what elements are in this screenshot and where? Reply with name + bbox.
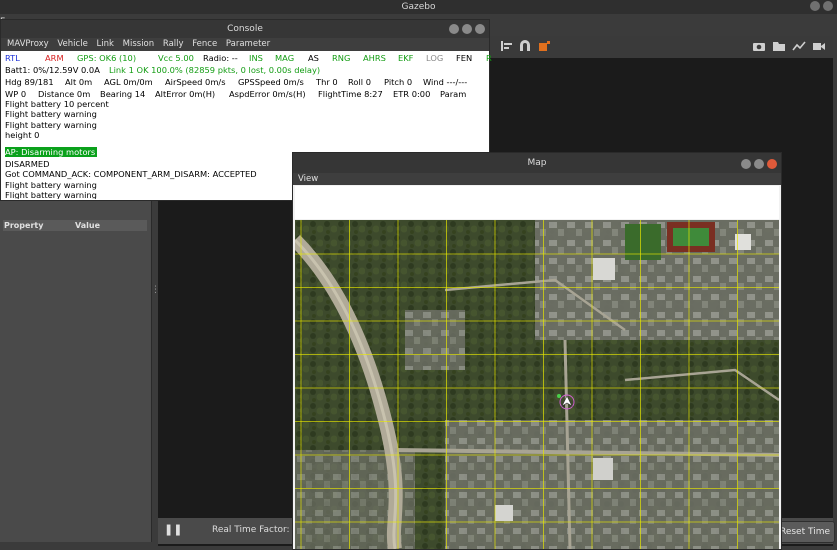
menu-parameter[interactable]: Parameter bbox=[226, 39, 270, 49]
map-info-strip bbox=[295, 186, 779, 219]
radio-status: Radio: -- bbox=[203, 53, 238, 63]
gazebo-left-panel bbox=[0, 200, 152, 542]
wind-value: Wind ---/--- bbox=[423, 77, 468, 87]
gazebo-titlebar: Gazebo bbox=[0, 0, 837, 14]
ahrs-status: AHRS bbox=[363, 53, 386, 63]
close-icon[interactable] bbox=[767, 159, 777, 169]
ekf-status: EKF bbox=[398, 53, 414, 63]
maximize-icon[interactable] bbox=[754, 159, 764, 169]
panel-splitter-handle[interactable]: ⋮ bbox=[151, 285, 160, 299]
minimize-icon[interactable] bbox=[810, 1, 820, 11]
altitude-value: Alt 0m bbox=[65, 77, 93, 87]
r-status: R bbox=[486, 53, 492, 63]
fence-status: FEN bbox=[456, 53, 473, 63]
console-titlebar[interactable]: Console bbox=[1, 20, 489, 38]
status-row-2: Batt1: 0%/12.59V 0.0A Link 1 OK 100.0% (… bbox=[5, 64, 489, 76]
map-titlebar[interactable]: Map bbox=[293, 153, 781, 173]
satellite-map-imagery bbox=[295, 220, 779, 549]
vcc-status: Vcc 5.00 bbox=[158, 53, 194, 63]
throttle-value: Thr 0 bbox=[316, 77, 338, 87]
menu-view[interactable]: View bbox=[298, 174, 318, 184]
map-menubar: View bbox=[293, 173, 781, 185]
map-window: Map View bbox=[292, 152, 782, 550]
pitch-value: Pitch 0 bbox=[384, 77, 413, 87]
menu-mavproxy[interactable]: MAVProxy bbox=[7, 39, 49, 49]
log-line: Flight battery warning bbox=[5, 119, 97, 130]
magnet-snap-icon[interactable] bbox=[518, 40, 532, 52]
pause-button[interactable]: ❚❚ bbox=[164, 524, 182, 536]
menu-rally[interactable]: Rally bbox=[163, 39, 184, 49]
screenshot-camera-icon[interactable] bbox=[752, 40, 766, 52]
menu-mission[interactable]: Mission bbox=[123, 39, 155, 49]
as-status: AS bbox=[308, 53, 319, 63]
airspeed-value: AirSpeed 0m/s bbox=[165, 77, 226, 87]
status-row-3: Hdg 89/181 Alt 0m AGL 0m/0m AirSpeed 0m/… bbox=[5, 76, 489, 88]
console-title: Console bbox=[227, 24, 263, 34]
map-title: Map bbox=[527, 158, 547, 168]
log-folder-icon[interactable] bbox=[772, 40, 786, 52]
log-status: LOG bbox=[426, 53, 444, 63]
log-line: Flight battery warning bbox=[5, 109, 97, 120]
menu-link[interactable]: Link bbox=[97, 39, 114, 49]
close-icon[interactable] bbox=[823, 1, 833, 11]
log-line: height 0 bbox=[5, 129, 40, 140]
battery-status: Batt1: 0%/12.59V 0.0A bbox=[5, 65, 100, 75]
mode-status: RTL bbox=[5, 53, 20, 63]
align-icon[interactable] bbox=[500, 40, 514, 52]
value-column-header: Value bbox=[75, 221, 101, 230]
property-header: Property Value bbox=[3, 220, 147, 231]
maximize-icon[interactable] bbox=[462, 24, 472, 34]
menu-fence[interactable]: Fence bbox=[192, 39, 217, 49]
gps-status: GPS: OK6 (10) bbox=[77, 53, 137, 63]
satellite-map[interactable] bbox=[295, 220, 779, 549]
close-icon[interactable] bbox=[475, 24, 485, 34]
agl-value: AGL 0m/0m bbox=[104, 77, 153, 87]
ins-status: INS bbox=[249, 53, 263, 63]
menu-vehicle[interactable]: Vehicle bbox=[57, 39, 87, 49]
mag-status: MAG bbox=[275, 53, 295, 63]
heading-value: Hdg 89/181 bbox=[5, 77, 54, 87]
rng-status: RNG bbox=[332, 53, 351, 63]
gpsspeed-value: GPSSpeed 0m/s bbox=[238, 77, 304, 87]
plot-icon[interactable] bbox=[792, 40, 806, 52]
property-column-header: Property bbox=[4, 221, 44, 230]
log-line-highlighted: AP: Disarming motors bbox=[5, 147, 98, 158]
gazebo-window-title: Gazebo bbox=[401, 2, 436, 12]
roll-value: Roll 0 bbox=[348, 77, 371, 87]
link-status: Link 1 OK 100.0% (82859 pkts, 0 lost, 0.… bbox=[109, 65, 321, 75]
video-record-icon[interactable] bbox=[812, 40, 826, 52]
reset-time-button[interactable]: Reset Time bbox=[775, 521, 835, 543]
console-menubar: MAVProxy Vehicle Link Mission Rally Fenc… bbox=[1, 38, 489, 51]
status-row-1: RTL ARM GPS: OK6 (10) Vcc 5.00 Radio: --… bbox=[5, 52, 492, 64]
minimize-icon[interactable] bbox=[741, 159, 751, 169]
minimize-icon[interactable] bbox=[449, 24, 459, 34]
gazebo-toolbar bbox=[490, 36, 833, 58]
record-icon[interactable] bbox=[538, 40, 552, 52]
arm-status: ARM bbox=[45, 53, 64, 63]
log-line: Flight battery 10 percent bbox=[5, 99, 109, 109]
real-time-factor-label: Real Time Factor: bbox=[212, 525, 290, 535]
